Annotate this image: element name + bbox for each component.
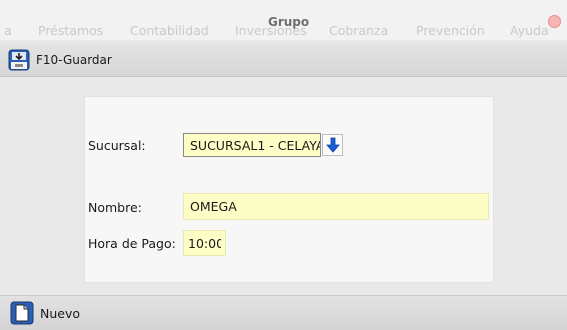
menu-item-prevencion[interactable]: Prevención xyxy=(416,23,485,38)
top-toolbar: F10-Guardar xyxy=(0,43,567,77)
menu-item-ayuda[interactable]: Ayuda xyxy=(510,23,549,38)
arrow-down-icon xyxy=(325,137,340,153)
nombre-input[interactable] xyxy=(183,193,489,220)
hora-pago-input[interactable] xyxy=(183,230,226,256)
menu-bar: a Préstamos Contabilidad Inversiones Cob… xyxy=(0,0,567,40)
sucursal-dropdown-button[interactable] xyxy=(322,134,343,156)
menu-item-truncated[interactable]: a xyxy=(4,23,12,38)
sucursal-select[interactable]: SUCURSAL1 - CELAYA xyxy=(183,133,321,157)
sucursal-label: Sucursal: xyxy=(88,138,146,153)
hora-pago-label: Hora de Pago: xyxy=(88,236,176,251)
sucursal-value: SUCURSAL1 - CELAYA xyxy=(190,137,321,153)
form-panel xyxy=(84,96,494,283)
new-button-label: Nuevo xyxy=(40,305,81,321)
menu-item-contabilidad[interactable]: Contabilidad xyxy=(130,23,209,38)
window-title: Grupo xyxy=(268,15,310,29)
menu-item-prestamos[interactable]: Préstamos xyxy=(38,23,103,38)
save-button-label: F10-Guardar xyxy=(36,53,112,67)
save-button[interactable]: F10-Guardar xyxy=(8,48,112,72)
new-button[interactable]: Nuevo xyxy=(10,301,80,325)
save-disk-icon xyxy=(8,49,30,71)
menu-item-cobranza[interactable]: Cobranza xyxy=(329,23,388,38)
nombre-label: Nombre: xyxy=(88,200,142,215)
new-document-icon xyxy=(10,301,34,325)
bottom-toolbar: Nuevo xyxy=(0,295,567,330)
close-window-button[interactable] xyxy=(548,15,561,28)
